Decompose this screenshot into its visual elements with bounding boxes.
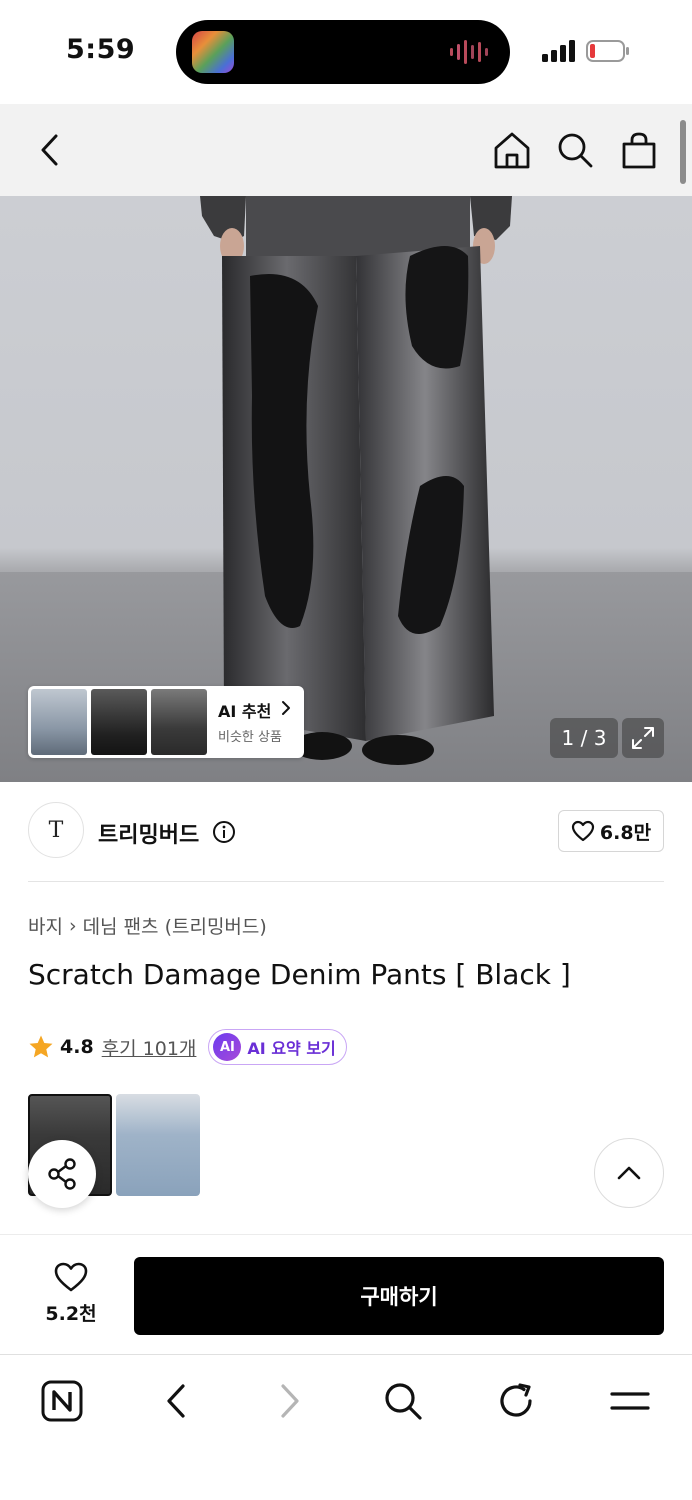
home-button[interactable] [490,128,534,172]
breadcrumb: 바지 › 데님 팬츠 (트리밍버드) [28,912,267,939]
browser-back-button[interactable] [150,1375,202,1427]
color-option-blue[interactable] [116,1094,200,1196]
browser-forward-button[interactable] [264,1375,316,1427]
scrollbar[interactable] [680,120,686,184]
search-icon [558,133,593,168]
refresh-button[interactable] [490,1375,542,1427]
wishlist-count: 5.2천 [45,1303,97,1325]
share-button[interactable] [28,1140,96,1208]
forward-icon [281,1384,299,1418]
recommended-thumbnail[interactable] [31,689,87,755]
expand-image-button[interactable] [622,718,664,758]
ai-recommend-sub: 비슷한 상품 [218,730,282,745]
dynamic-island [176,20,510,84]
recommended-thumbnail[interactable] [151,689,207,755]
search-icon [385,1383,422,1420]
ai-recommend-label: AI 추천 [218,702,272,721]
heart-icon [571,820,595,842]
brand-logo[interactable]: T [28,802,84,858]
battery-icon [586,40,629,62]
product-title: Scratch Damage Denim Pants [ Black ] [28,958,571,991]
naver-home-button[interactable] [36,1375,88,1427]
breadcrumb-category[interactable]: 바지 [28,912,63,939]
cellular-signal-icon [542,40,575,62]
now-playing-app-icon [192,31,234,73]
rating-value: 4.8 [60,1036,94,1058]
rating-row: 4.8 후기 101개 AI AI 요약 보기 [28,1028,347,1066]
home-icon [494,132,530,169]
share-icon [48,1158,76,1190]
brand-name[interactable]: 트리밍버드 [98,817,199,849]
info-icon[interactable] [212,820,236,844]
menu-button[interactable] [604,1375,656,1427]
reviews-link[interactable]: 후기 101개 [102,1034,197,1061]
status-time: 5:59 [66,34,136,65]
star-icon [29,1035,53,1058]
brand-like-button[interactable]: 6.8만 [558,810,664,852]
back-button[interactable] [28,128,72,172]
naver-icon [41,1380,83,1422]
ai-summary-button[interactable]: AI AI 요약 보기 [208,1029,347,1065]
chevron-up-icon [617,1166,641,1180]
browser-header [0,104,692,196]
menu-icon [610,1392,650,1410]
refresh-icon [500,1383,532,1417]
ai-badge: AI [213,1033,242,1061]
ai-recommendation-card[interactable]: AI 추천 비슷한 상품 [28,686,304,758]
purchase-bar: 5.2천 구매하기 [0,1234,692,1354]
breadcrumb-subcategory[interactable]: 데님 팬츠 (트리밍버드) [83,912,267,939]
recommended-thumbnail[interactable] [91,689,147,755]
search-button[interactable] [553,128,597,172]
wishlist-button[interactable]: 5.2천 [40,1261,102,1326]
expand-icon [632,727,654,749]
brand-like-count: 6.8만 [599,821,652,844]
brand-row: T 트리밍버드 6.8만 [28,800,664,882]
product-image-carousel[interactable]: AI 추천 비슷한 상품 1 / 3 [0,196,692,782]
bag-icon [622,132,656,169]
audio-wave-icon [450,40,488,64]
image-counter: 1 / 3 [550,718,618,758]
breadcrumb-separator: › [68,914,77,937]
ai-summary-label: AI 요약 보기 [247,1039,336,1058]
status-bar: 5:59 [0,0,692,104]
back-icon [167,1384,185,1418]
browser-toolbar [0,1354,692,1500]
brand-logo-text: T [48,817,64,843]
scroll-to-top-button[interactable] [594,1138,664,1208]
chevron-right-icon [282,701,290,715]
browser-search-button[interactable] [377,1375,429,1427]
back-icon [41,134,58,166]
cart-button[interactable] [617,128,661,172]
heart-icon [54,1262,88,1292]
buy-button[interactable]: 구매하기 [134,1257,664,1335]
